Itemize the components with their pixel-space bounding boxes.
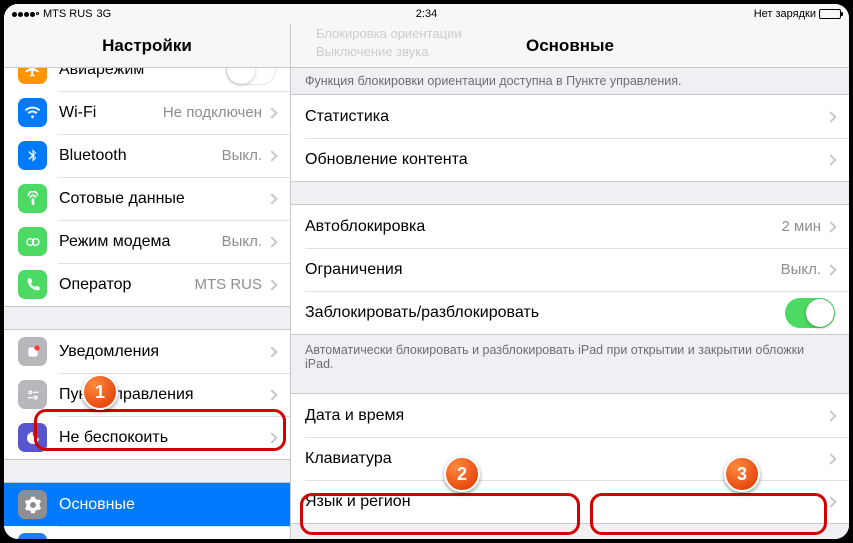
background-refresh-label: Обновление контента (305, 151, 827, 169)
cellular-icon (18, 184, 47, 213)
hotspot-icon (18, 227, 47, 256)
status-left: MTS RUS 3G (12, 8, 111, 20)
detail-title: Основные (291, 24, 849, 67)
chevron-right-icon (266, 432, 277, 443)
wifi-label: Wi-Fi (59, 104, 163, 122)
signal-strength-icon (12, 12, 39, 17)
status-bar: MTS RUS 3G 2:34 Нет зарядки (4, 4, 849, 24)
ipad-settings-screen: MTS RUS 3G 2:34 Нет зарядки Блокировка о… (0, 0, 853, 543)
restrictions-value: Выкл. (781, 261, 821, 278)
autolock-label: Автоблокировка (305, 218, 782, 236)
notifications-icon (18, 337, 47, 366)
sidebar-item-wifi[interactable]: Wi-Fi Не подключен (4, 91, 290, 134)
general-label: Основные (59, 496, 276, 514)
row-lock-unlock[interactable]: Заблокировать/разблокировать (291, 291, 849, 334)
status-time: 2:34 (416, 8, 437, 20)
lock-unlock-toggle[interactable] (785, 298, 835, 328)
hotspot-label: Режим модема (59, 233, 222, 251)
chevron-right-icon (825, 264, 836, 275)
sidebar-title: Настройки (4, 24, 291, 67)
chevron-right-icon (266, 193, 277, 204)
chevron-right-icon (266, 389, 277, 400)
hotspot-value: Выкл. (222, 233, 262, 250)
control-center-icon (18, 380, 47, 409)
sidebar-item-dnd[interactable]: Не беспокоить (4, 416, 290, 459)
bluetooth-icon (18, 141, 47, 170)
chevron-right-icon (266, 236, 277, 247)
notifications-label: Уведомления (59, 343, 268, 361)
battery-text: Нет зарядки (754, 8, 816, 20)
chevron-right-icon (825, 496, 836, 507)
control-center-label: Пункт управления (59, 386, 268, 404)
sidebar-item-hotspot[interactable]: Режим модема Выкл. (4, 220, 290, 263)
row-date-time[interactable]: Дата и время (291, 394, 849, 437)
chevron-right-icon (825, 453, 836, 464)
dnd-icon (18, 423, 47, 452)
carrier-value: MTS RUS (195, 276, 263, 293)
status-right: Нет зарядки (754, 8, 841, 20)
sidebar-item-bluetooth[interactable]: Bluetooth Выкл. (4, 134, 290, 177)
row-keyboard[interactable]: Клавиатура (291, 437, 849, 480)
chevron-right-icon (825, 221, 836, 232)
row-stats[interactable]: Статистика (291, 95, 849, 138)
airplane-icon (18, 68, 47, 84)
cellular-label: Сотовые данные (59, 190, 268, 208)
detail-pane[interactable]: Функция блокировки ориентации доступна в… (291, 68, 849, 539)
chevron-right-icon (266, 150, 277, 161)
wifi-icon (18, 98, 47, 127)
dnd-label: Не беспокоить (59, 429, 268, 447)
network-type: 3G (97, 8, 112, 20)
language-region-label: Язык и регион (305, 493, 827, 511)
airplane-toggle[interactable] (226, 68, 276, 85)
row-restrictions[interactable]: Ограничения Выкл. (291, 248, 849, 291)
bluetooth-label: Bluetooth (59, 147, 222, 165)
carrier-label: Оператор (59, 276, 195, 294)
orientation-note: Функция блокировки ориентации доступна в… (291, 68, 849, 94)
sidebar-item-display[interactable]: AA Экран и яркость (4, 526, 290, 539)
sidebar-item-cellular[interactable]: Сотовые данные (4, 177, 290, 220)
phone-icon (18, 270, 47, 299)
gear-icon (18, 490, 47, 519)
lock-unlock-note: Автоматически блокировать и разблокирова… (291, 339, 849, 377)
autolock-value: 2 мин (782, 218, 822, 235)
chevron-right-icon (266, 346, 277, 357)
keyboard-label: Клавиатура (305, 450, 827, 468)
chevron-right-icon (266, 279, 277, 290)
carrier-name: MTS RUS (43, 8, 93, 20)
chevron-right-icon (825, 410, 836, 421)
chevron-right-icon (825, 111, 836, 122)
content: Авиарежим Wi-Fi Не подключен Bluetooth В… (4, 68, 849, 539)
airplane-label: Авиарежим (59, 68, 226, 79)
wifi-value: Не подключен (163, 104, 262, 121)
restrictions-label: Ограничения (305, 261, 781, 279)
sidebar-item-carrier[interactable]: Оператор MTS RUS (4, 263, 290, 306)
row-language-region[interactable]: Язык и регион (291, 480, 849, 523)
sidebar-item-general[interactable]: Основные (4, 483, 290, 526)
lock-unlock-label: Заблокировать/разблокировать (305, 304, 785, 322)
display-icon: AA (18, 533, 47, 539)
sidebar[interactable]: Авиарежим Wi-Fi Не подключен Bluetooth В… (4, 68, 291, 539)
sidebar-item-control-center[interactable]: Пункт управления (4, 373, 290, 416)
bluetooth-value: Выкл. (222, 147, 262, 164)
chevron-right-icon (825, 154, 836, 165)
battery-icon (819, 9, 841, 19)
row-background-refresh[interactable]: Обновление контента (291, 138, 849, 181)
stats-label: Статистика (305, 108, 827, 126)
row-autolock[interactable]: Автоблокировка 2 мин (291, 205, 849, 248)
display-label: Экран и яркость (59, 539, 268, 540)
chevron-right-icon (266, 107, 277, 118)
sidebar-item-airplane[interactable]: Авиарежим (4, 68, 290, 91)
sidebar-item-notifications[interactable]: Уведомления (4, 330, 290, 373)
date-time-label: Дата и время (305, 407, 827, 425)
nav-headers: Блокировка ориентации Выключение звука Н… (4, 24, 849, 68)
